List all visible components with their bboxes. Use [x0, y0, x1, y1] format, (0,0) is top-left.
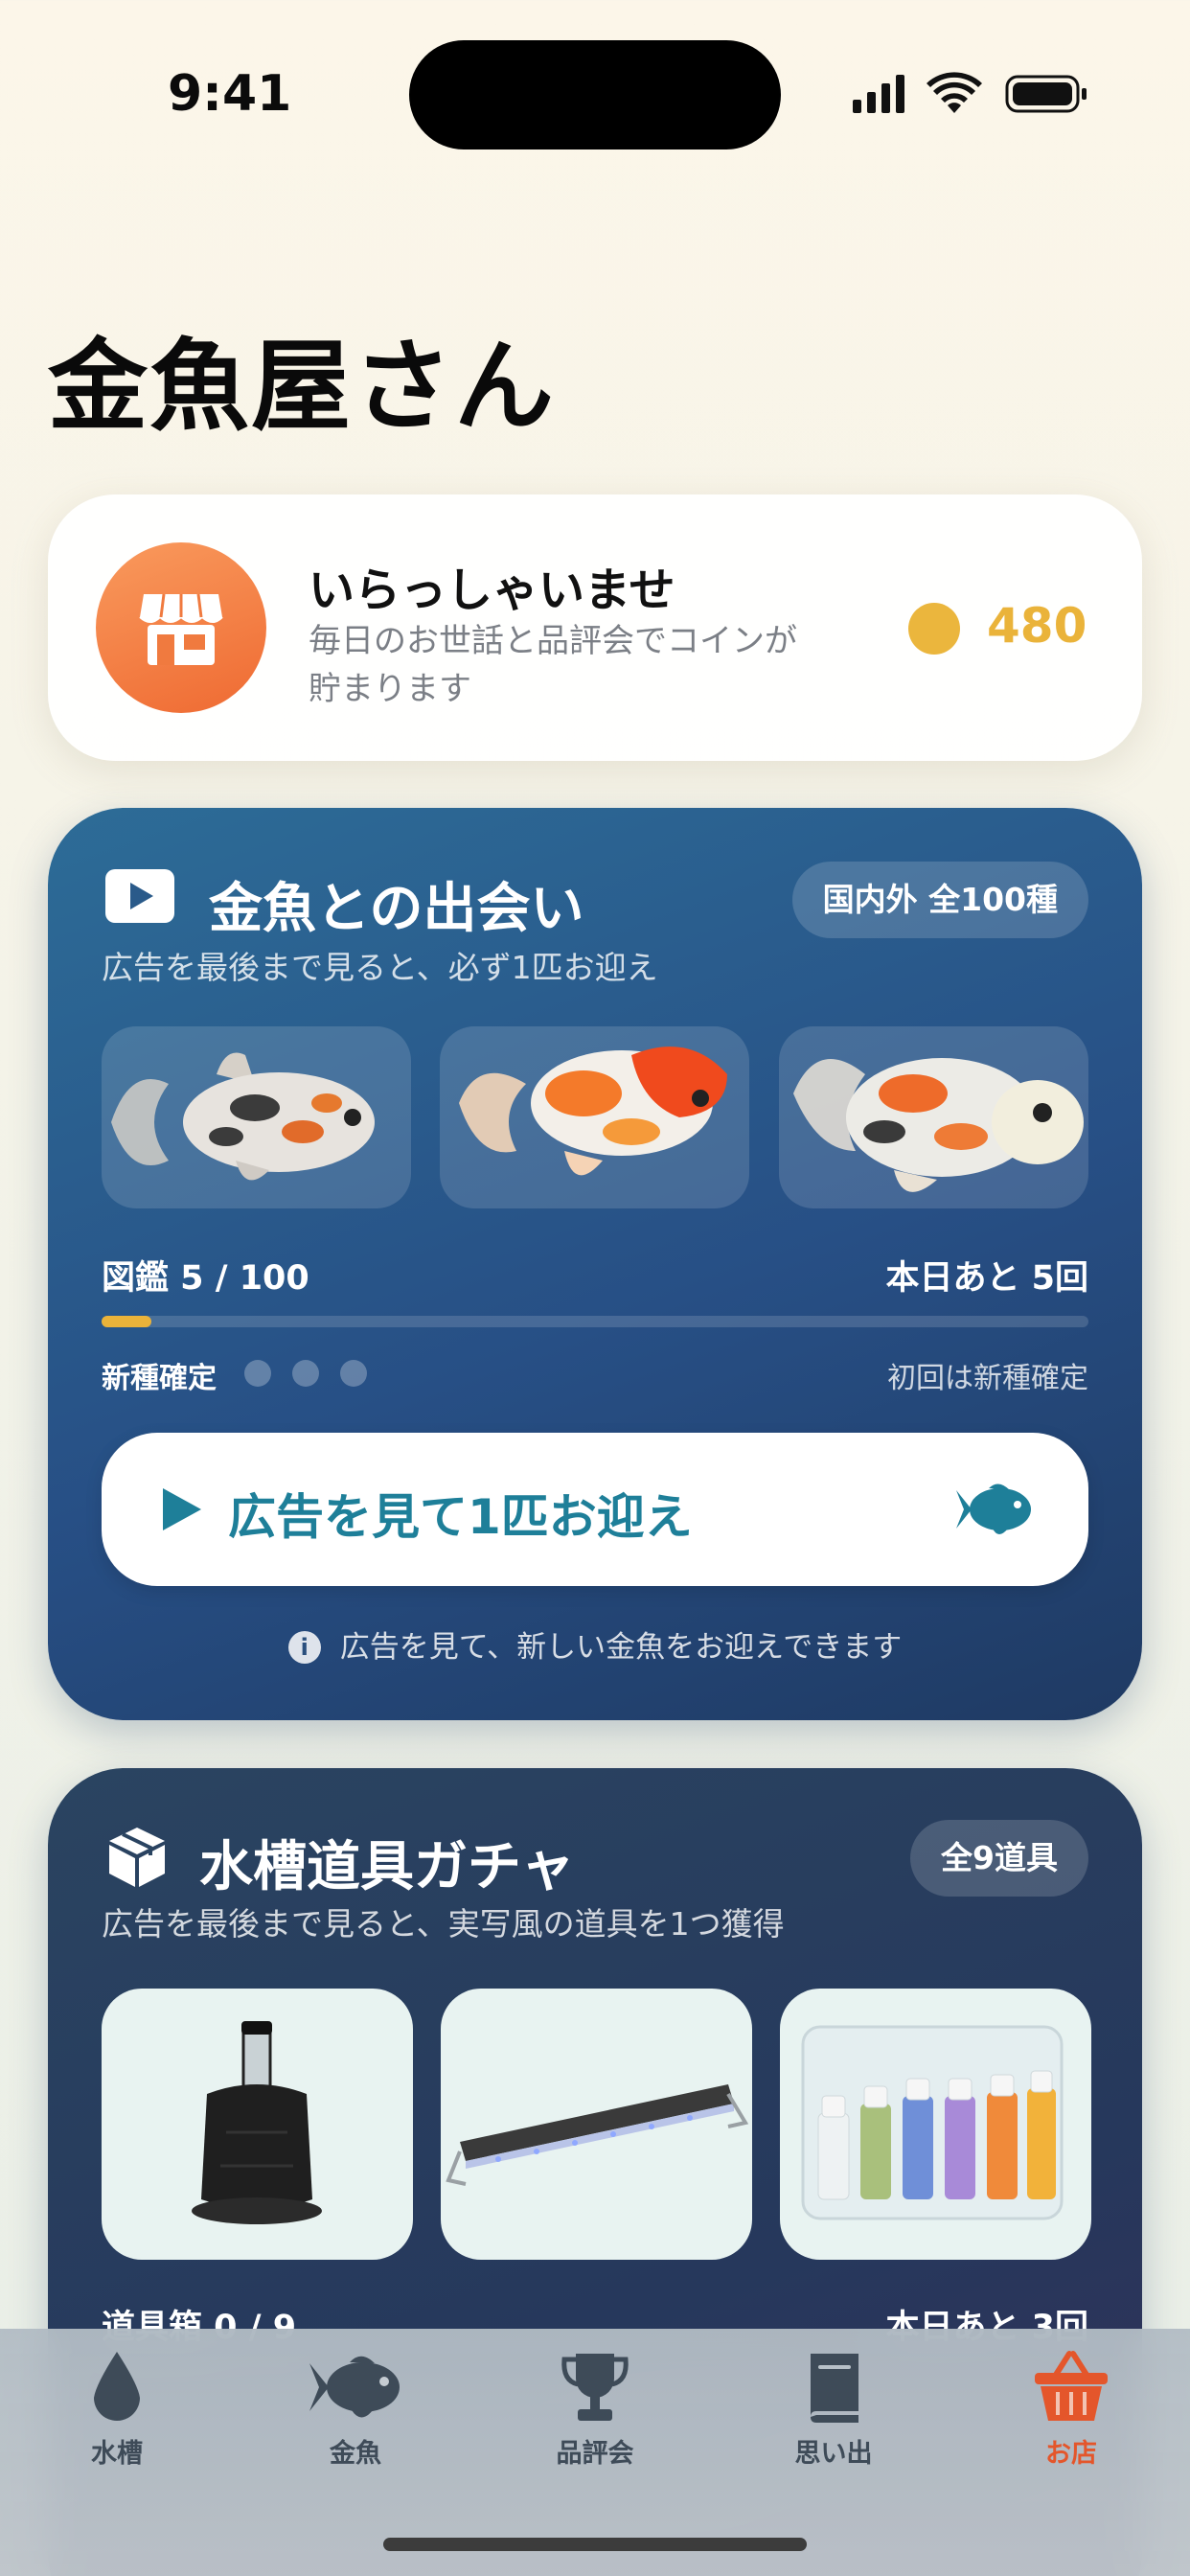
dynamic-island [409, 40, 781, 150]
sponge-filter-image [102, 1989, 413, 2260]
tab-aquarium[interactable]: 水槽 [21, 2350, 213, 2484]
box-icon [109, 1828, 165, 1887]
play-video-icon [105, 869, 174, 923]
basket-icon [1035, 2351, 1108, 2421]
storefront-icon [139, 593, 223, 665]
coin-balance: 480 [987, 598, 1087, 654]
coin-icon [908, 603, 960, 655]
watch-ad-button[interactable]: 広告を見て1匹お迎え [102, 1433, 1088, 1586]
fish-preview-row [102, 1026, 1088, 1208]
tab-memories[interactable]: 思い出 [738, 2350, 929, 2484]
first-time-note: 初回は新種確定 [887, 1362, 1088, 1395]
confirm-step-dot [244, 1360, 271, 1387]
calico-oranda-image [779, 1026, 1088, 1208]
calico-ryukin-image [102, 1026, 411, 1208]
play-icon [163, 1488, 201, 1530]
gacha-subtitle: 広告を最後まで見ると、実写風の道具を1つ獲得 [102, 1905, 785, 1943]
confirm-step-dot [292, 1360, 319, 1387]
welcome-title: いらっしゃいませ [309, 564, 675, 617]
tab-memories-label: 思い出 [794, 2439, 873, 2469]
encounter-subtitle: 広告を最後まで見ると、必ず1匹お迎え [102, 949, 658, 986]
tab-goldfish[interactable]: 金魚 [260, 2350, 451, 2484]
tab-competition[interactable]: 品評会 [499, 2350, 691, 2484]
species-count-badge: 国内外 全100種 [791, 862, 1088, 938]
tool-preview-row [102, 1989, 1091, 2260]
water-drop-icon [94, 2352, 140, 2421]
welcome-card: いらっしゃいませ 毎日のお世話と品評会でコインが貯まります 480 [48, 494, 1142, 761]
encounter-info: i 広告を見て、新しい金魚をお迎えできます [48, 1622, 1142, 1666]
kirin-goldfish-image [440, 1026, 749, 1208]
tab-shop-label: お店 [1045, 2439, 1097, 2469]
battery-icon [1005, 75, 1087, 113]
new-species-label: 新種確定 [102, 1362, 217, 1395]
tab-shop[interactable]: お店 [975, 2350, 1167, 2484]
welcome-subtitle: 毎日のお世話と品評会でコインが貯まります [309, 622, 797, 708]
cellular-signal-icon [853, 75, 904, 113]
status-icons [853, 72, 1087, 113]
wifi-icon [927, 72, 982, 113]
remaining-count: 本日あと 5回 [885, 1259, 1088, 1298]
status-time: 9:41 [168, 65, 292, 123]
encounter-title: 金魚との出会い [209, 878, 584, 940]
info-icon: i [287, 1631, 321, 1664]
page-title: 金魚屋さん [48, 328, 557, 445]
fish-icon [309, 2356, 400, 2418]
book-icon [811, 2354, 858, 2423]
tab-aquarium-label: 水槽 [91, 2439, 143, 2469]
tab-goldfish-label: 金魚 [330, 2439, 381, 2469]
watch-ad-label: 広告を見て1匹お迎え [228, 1489, 693, 1545]
collection-progress [102, 1316, 1088, 1327]
collection-count: 図鑑 5 / 100 [102, 1259, 309, 1298]
water-test-kit-image [780, 1989, 1091, 2260]
status-bar: 9:41 [0, 0, 1190, 192]
tab-competition-label: 品評会 [556, 2439, 634, 2469]
fish-icon [956, 1484, 1031, 1534]
gacha-title: 水槽道具ガチャ [199, 1836, 575, 1898]
confirm-step-dot [340, 1360, 367, 1387]
trophy-icon [561, 2354, 629, 2421]
shop-avatar [96, 542, 266, 713]
led-light-bar-image [441, 1989, 752, 2260]
goldfish-encounter-card: 金魚との出会い 国内外 全100種 広告を最後まで見ると、必ず1匹お迎え 図鑑 … [48, 808, 1142, 1720]
encounter-info-text: 広告を見て、新しい金魚をお迎えできます [339, 1630, 903, 1665]
home-indicator [383, 2538, 807, 2551]
collection-progress-fill [102, 1316, 151, 1327]
tool-count-badge: 全9道具 [910, 1820, 1088, 1897]
